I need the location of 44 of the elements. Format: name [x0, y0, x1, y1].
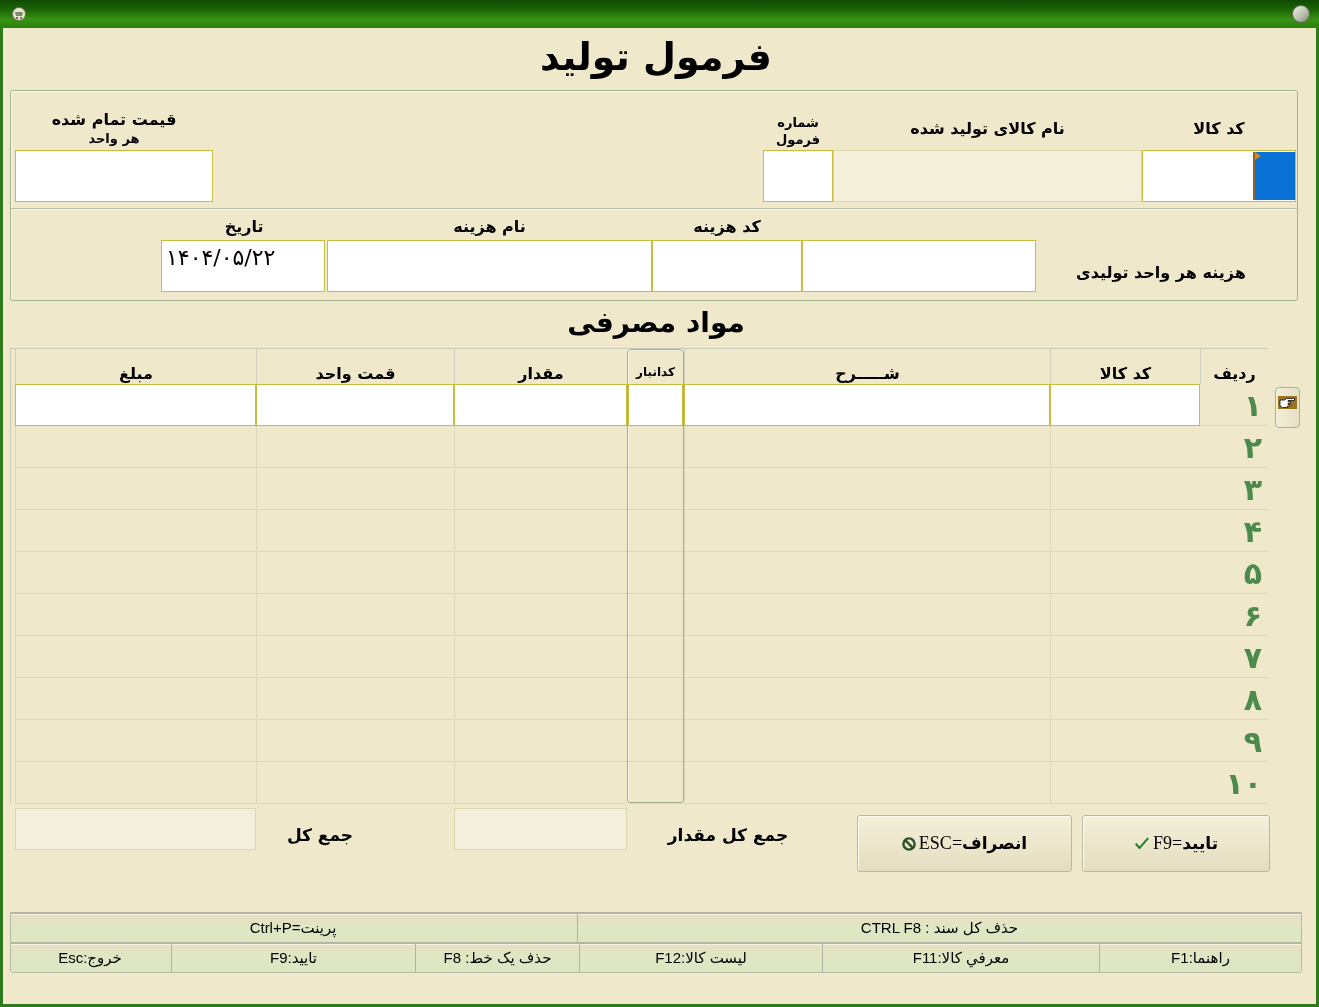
row-number: ۴ [1200, 510, 1268, 552]
total-label: جمع کل مقدار [667, 825, 789, 845]
total-label: جمع کل [286, 825, 354, 845]
section-title: مواد مصرفی [567, 305, 745, 341]
input-field[interactable] [833, 150, 1142, 202]
row-number: ۵ [1200, 552, 1268, 594]
shortcut-hint: لیست کالا:F12 [579, 944, 822, 972]
row-number: ۳ [1200, 468, 1268, 510]
shortcut-hint: معرفي کالا:F11 [822, 944, 1099, 972]
window-button[interactable] [1292, 5, 1310, 23]
column-header: کدانبار [634, 364, 676, 381]
column-header: ردیف [1200, 349, 1268, 384]
row-number: ۸ [1200, 678, 1268, 720]
field-label: شماره فرمول [774, 113, 822, 149]
shortcut-hint: پرینت=Ctrl+P [248, 918, 338, 940]
date-field[interactable]: ۱۴۰۴/۰۵/۲۲ [161, 240, 325, 292]
field-label: کد کالا [1193, 118, 1245, 140]
input-field[interactable] [763, 150, 833, 202]
row-number: ۷ [1200, 636, 1268, 678]
app-icon [12, 7, 26, 21]
shortcut-hint: تایید:F9 [171, 944, 415, 972]
field-label: نام کالای تولید شده [910, 118, 1065, 140]
field-label: کد هزینه [693, 216, 761, 238]
check-icon [1133, 836, 1150, 851]
cancel-icon [901, 836, 916, 851]
row-number: ۲ [1200, 426, 1268, 468]
field-label: تاریخ [224, 216, 264, 238]
shortcut-hint: حذف یک خط: F8 [415, 944, 579, 972]
form-title: فرمول تولید [539, 34, 773, 81]
pointing-hand-icon [1278, 396, 1297, 409]
input-field[interactable] [1142, 150, 1296, 202]
row-number: ۱۰ [1200, 762, 1268, 804]
input-field[interactable] [15, 150, 213, 202]
input-field[interactable] [327, 240, 652, 292]
shortcut-hint: خروج:Esc [57, 948, 123, 970]
row-number: ۹ [1200, 720, 1268, 762]
shortcut-hint: راهنما:F1 [1099, 944, 1301, 972]
input-field[interactable] [802, 240, 1036, 292]
field-label: نام هزینه [453, 216, 526, 238]
input-field[interactable] [652, 240, 802, 292]
field-sublabel: هر واحد [88, 130, 140, 148]
row-number: ۶ [1200, 594, 1268, 636]
field-label: هزینه هر واحد تولیدی [1076, 262, 1246, 282]
field-label: قیمت تمام شده [51, 108, 177, 131]
